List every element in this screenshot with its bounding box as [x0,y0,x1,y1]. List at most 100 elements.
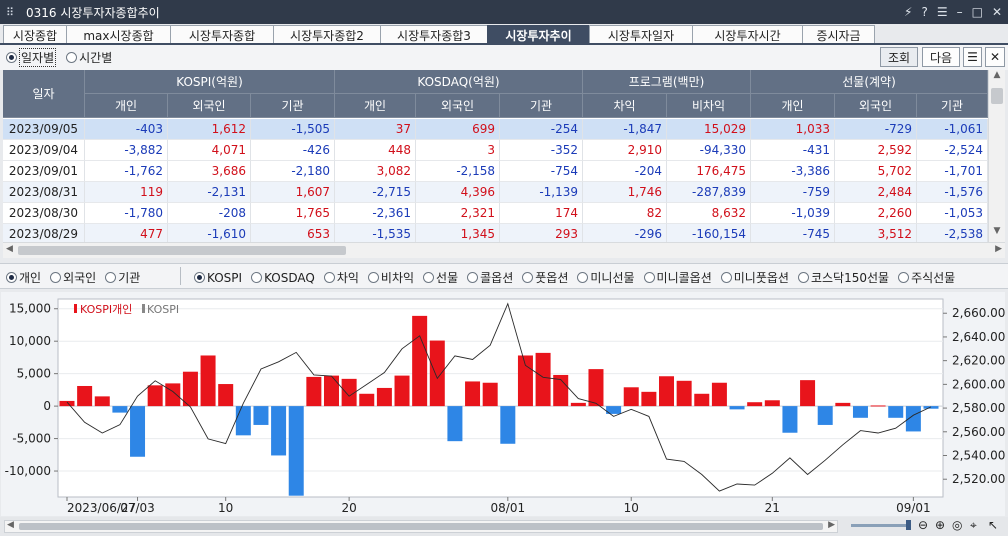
market-option-12-circle[interactable] [898,272,910,283]
value-cell: -754 [500,161,583,182]
tab-1[interactable]: 시장종합 [3,25,67,44]
market-option-9-circle[interactable] [643,272,655,283]
table-row[interactable]: 2023/08/30 -1,780 -208 1,765 -2,361 2,321 174 8… [3,203,988,224]
table-row[interactable]: 2023/08/29 477 -1,610 653 -1,535 1,345 293 -296… [3,224,988,242]
market-option-2[interactable]: KOSDAQ [251,269,315,286]
y-left-tick-label: -5,000 [12,432,51,446]
bar [112,406,128,413]
table-horizontal-scrollbar[interactable]: ◀ ▶ [3,242,1005,258]
chart-scroll-thumb[interactable] [19,523,823,530]
investor-option-3-circle[interactable] [105,272,117,283]
market-option-5-circle[interactable] [423,272,435,283]
next-button[interactable]: 다음 [922,47,960,67]
tab-5[interactable]: 시장투자종합3 [380,25,488,44]
value-cell: -2,361 [335,203,416,224]
tab-2[interactable]: max시장종합 [66,25,171,44]
market-option-8-circle[interactable] [577,272,589,283]
close-panel-icon[interactable]: ✕ [985,47,1005,67]
table-vertical-scrollbar[interactable]: ▲ ▼ [988,70,1005,242]
maximize-icon[interactable]: □ [972,5,983,19]
tab-9[interactable]: 증시자금 [802,25,875,44]
investor-option-3[interactable]: 기관 [105,269,140,286]
market-option-6-circle[interactable] [467,272,479,283]
market-option-3[interactable]: 차익 [323,269,359,286]
tab-4[interactable]: 시장투자종합2 [273,25,381,44]
investor-option-1-circle[interactable] [6,272,17,283]
tab-7[interactable]: 시장투자일자 [589,25,693,44]
pin-icon[interactable]: ⚡ [904,5,912,19]
bar [77,385,93,407]
vscroll-thumb[interactable] [991,88,1003,104]
market-option-10[interactable]: 미니풋옵션 [720,269,789,286]
y-right-tick-label: 2,620.00 [952,354,1005,368]
help-icon[interactable]: ? [921,5,927,19]
date-cell: 2023/09/01 [3,161,85,182]
value-cell: 8,632 [667,203,751,224]
investor-radio-group: 개인 외국인 기관 [6,269,140,286]
hscroll-thumb[interactable] [18,246,346,255]
market-option-7[interactable]: 풋옵션 [522,269,568,286]
scroll-left-arrow-icon[interactable]: ◀ [6,244,13,254]
bar [200,355,216,407]
market-option-8[interactable]: 미니선물 [577,269,635,286]
minimize-icon[interactable]: – [957,5,963,19]
market-option-4-label: 비차익 [380,271,415,285]
y-right-tick-label: 2,560.00 [952,425,1005,439]
period-option-1-circle[interactable] [6,52,17,63]
pointer-icon[interactable]: ↖ [988,518,998,532]
zoom-out-icon[interactable]: ⊖ [918,518,928,532]
scroll-down-arrow-icon[interactable]: ▼ [989,226,1005,242]
query-button[interactable]: 조회 [880,47,918,67]
investor-option-2-circle[interactable] [50,272,62,283]
close-icon[interactable]: ✕ [992,5,1002,19]
y-left-tick-label: 5,000 [17,367,51,381]
tab-8[interactable]: 시장투자시간 [692,25,803,44]
option-row: 일자별 시간별 [0,45,1008,70]
window-title: 0316 시장투자자종합추이 [26,5,160,20]
menu-icon[interactable]: ☰ [937,5,948,19]
tab-3[interactable]: 시장투자종합 [170,25,274,44]
market-option-6[interactable]: 콜옵션 [467,269,513,286]
chart-scrollbar[interactable]: ◀ ▶ [4,520,838,533]
market-option-1-circle[interactable] [194,272,205,283]
investor-option-1[interactable]: 개인 [6,269,41,286]
table-row[interactable]: 2023/09/01 -1,762 3,686 -2,180 3,082 -2,158 -7… [3,161,988,182]
legend-marker-kospi-individual [74,304,77,313]
table-row[interactable]: 2023/09/05 -403 1,612 -1,505 37 699 -254 -1,847… [3,119,988,140]
market-option-4-circle[interactable] [367,272,379,283]
market-option-11-circle[interactable] [797,272,809,283]
market-option-7-circle[interactable] [522,272,534,283]
tab-6[interactable]: 시장투자추이 [487,25,590,44]
zoom-slider-handle[interactable] [906,520,911,530]
zoom-slider[interactable] [851,520,911,530]
scroll-up-arrow-icon[interactable]: ▲ [989,70,1005,86]
table-row[interactable]: 2023/09/04 -3,882 4,071 -426 448 3 -352 2,910 -9… [3,140,988,161]
list-menu-icon[interactable]: ☰ [963,47,982,67]
market-option-11[interactable]: 코스닥150선물 [797,269,889,286]
value-cell: -3,386 [751,161,835,182]
bar [870,405,886,407]
bar [694,393,710,407]
investor-option-2[interactable]: 외국인 [50,269,96,286]
value-cell: -1,576 [917,182,988,203]
market-option-2-circle[interactable] [251,272,263,283]
chart-scroll-left-icon[interactable]: ◀ [7,520,14,530]
period-option-1[interactable]: 일자별 [6,48,57,67]
bar [835,402,851,407]
market-option-10-circle[interactable] [720,272,732,283]
zoom-area-icon[interactable]: ◎ [952,518,962,532]
market-option-1[interactable]: KOSPI [194,269,242,286]
chart-scroll-right-icon[interactable]: ▶ [828,520,835,530]
market-option-3-circle[interactable] [323,272,335,283]
market-option-9[interactable]: 미니콜옵션 [643,269,712,286]
market-option-5[interactable]: 선물 [423,269,458,286]
scroll-right-arrow-icon[interactable]: ▶ [995,244,1002,254]
market-option-4[interactable]: 비차익 [367,269,415,286]
table-row[interactable]: 2023/08/31 119 -2,131 1,607 -2,715 4,396 -1,13… [3,182,988,203]
period-option-2-circle[interactable] [66,52,78,63]
market-option-12[interactable]: 주식선물 [898,269,955,286]
value-cell: 3,082 [335,161,416,182]
crosshair-icon[interactable]: ⌖ [970,518,977,533]
zoom-in-icon[interactable]: ⊕ [935,518,945,532]
period-option-2[interactable]: 시간별 [66,48,112,67]
